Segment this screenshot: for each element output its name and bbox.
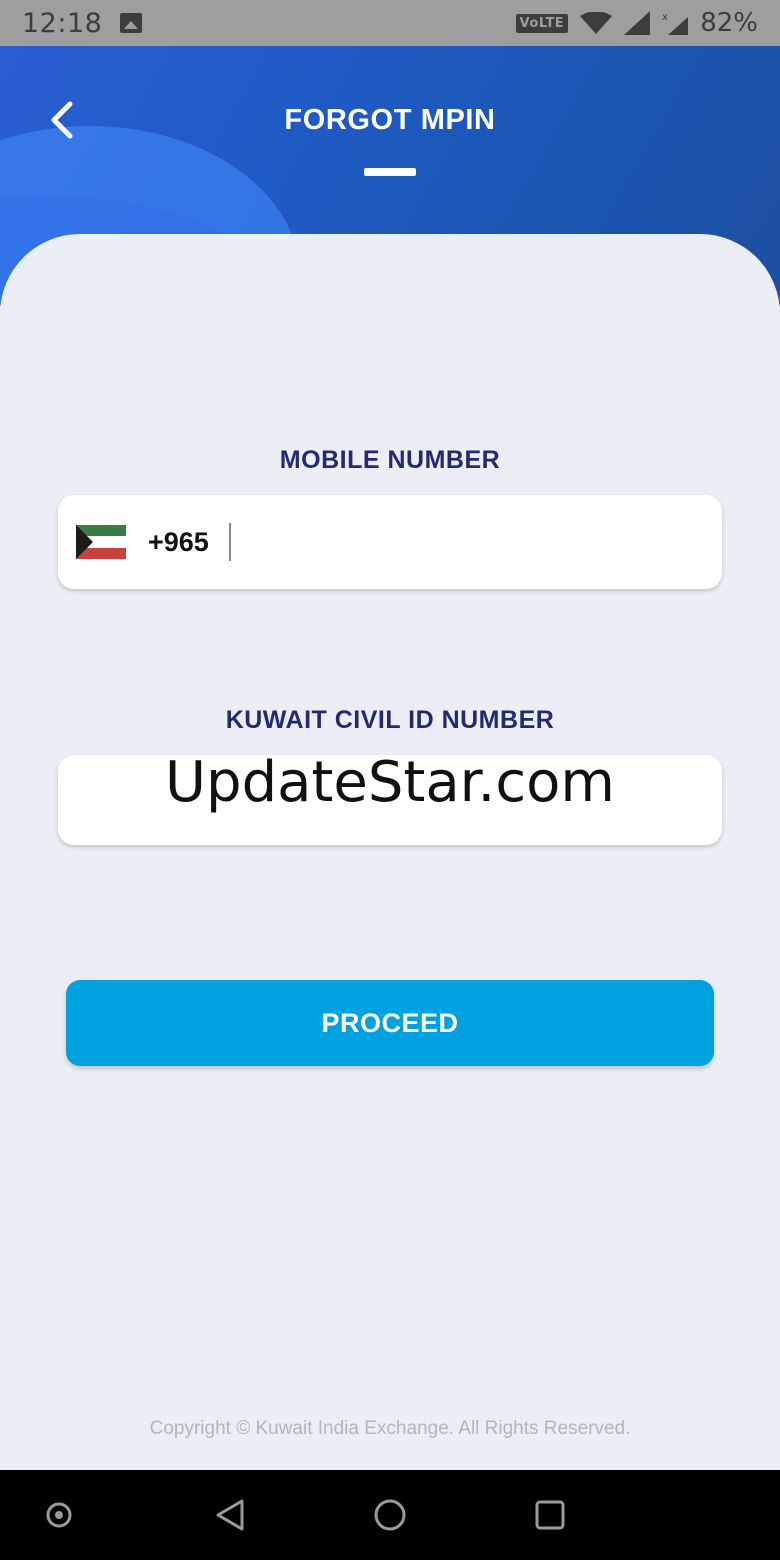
svg-text:x: x bbox=[662, 12, 668, 23]
page-title: FORGOT MPIN bbox=[284, 104, 496, 136]
status-indicators: VoLTE x 82% bbox=[515, 8, 758, 38]
navigation-bar bbox=[0, 1470, 780, 1560]
mobile-number-field[interactable]: +965 bbox=[58, 495, 722, 589]
recents-square-icon[interactable] bbox=[532, 1497, 568, 1533]
volte-badge: VoLTE bbox=[515, 13, 569, 33]
form-card bbox=[0, 234, 780, 1470]
mobile-number-input[interactable] bbox=[230, 495, 722, 589]
proceed-button[interactable]: PROCEED bbox=[66, 980, 714, 1066]
civil-id-label: KUWAIT CIVIL ID NUMBER bbox=[225, 706, 555, 734]
status-time: 12:18 bbox=[22, 7, 103, 39]
signal-icon bbox=[624, 11, 651, 35]
kuwait-flag-icon[interactable] bbox=[76, 525, 126, 559]
wifi-icon bbox=[580, 12, 613, 34]
mobile-number-label: MOBILE NUMBER bbox=[279, 446, 501, 474]
home-circle-icon[interactable] bbox=[372, 1497, 408, 1533]
battery-percentage: 82% bbox=[700, 8, 758, 38]
signal-x-icon: x bbox=[662, 12, 689, 35]
civil-id-input[interactable] bbox=[58, 755, 722, 845]
civil-id-field[interactable] bbox=[58, 755, 722, 845]
back-triangle-icon[interactable] bbox=[212, 1497, 248, 1533]
title-underline bbox=[364, 168, 416, 176]
copyright-text: Copyright © Kuwait India Exchange. All R… bbox=[149, 1418, 631, 1439]
assistant-icon[interactable] bbox=[41, 1497, 77, 1533]
dial-code[interactable]: +965 bbox=[148, 527, 209, 558]
status-bar: 12:18 VoLTE x 82% bbox=[0, 0, 780, 46]
image-notification-icon bbox=[120, 13, 143, 33]
